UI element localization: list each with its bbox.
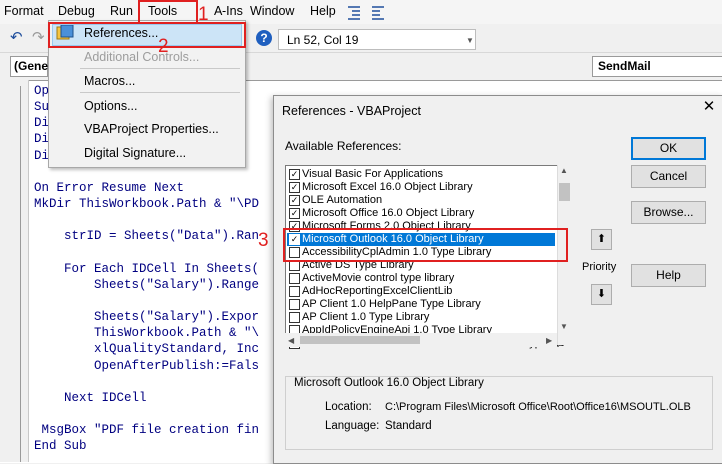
margin-line <box>20 86 21 462</box>
annotation-number-2: 2 <box>158 36 169 57</box>
menu-format[interactable]: Format <box>4 4 44 18</box>
code-line: For Each IDCell In Sheets( <box>34 261 260 276</box>
code-line: Next IDCell <box>34 390 147 405</box>
code-line: MsgBox "PDF file creation fin <box>34 423 260 438</box>
code-line: Sheets("Salary").Expor <box>34 310 260 325</box>
scroll-left-icon[interactable]: ◀ <box>288 336 294 345</box>
browse-button[interactable]: Browse... <box>631 201 706 224</box>
undo-icon[interactable]: ↶ <box>10 28 23 46</box>
scroll-down-icon[interactable]: ▼ <box>560 322 568 331</box>
outdent-icon[interactable] <box>370 4 386 20</box>
code-line: On Error Resume Next <box>34 180 185 195</box>
code-line: strID = Sheets("Data").Ran <box>34 229 260 244</box>
arrow-down-icon: ⬇ <box>596 288 607 300</box>
toolbar-grip-icon[interactable]: ▼ <box>466 36 474 45</box>
menu-divider <box>80 68 240 69</box>
annotation-box-tools <box>138 0 198 24</box>
code-line: OpenAfterPublish:=Fals <box>34 358 260 373</box>
annotation-box-outlook <box>283 228 568 262</box>
code-line: xlQualityStandard, Inc <box>34 342 260 357</box>
code-line: Di <box>34 132 50 147</box>
reference-item-label[interactable]: OLE Automation <box>302 194 382 206</box>
priority-label: Priority <box>582 261 617 273</box>
menu-options[interactable]: Options... <box>84 99 138 113</box>
menu-help[interactable]: Help <box>310 4 336 18</box>
help-icon[interactable]: ? <box>256 30 272 46</box>
reference-checkbox[interactable] <box>289 273 300 284</box>
code-line: ThisWorkbook.Path & "\ <box>34 326 260 341</box>
object-combo-value: (Gene <box>14 59 49 73</box>
reference-checkbox[interactable]: ✓ <box>289 195 300 206</box>
reference-item-label[interactable]: AdHocReportingExcelClientLib <box>302 285 452 297</box>
reference-checkbox[interactable] <box>289 286 300 297</box>
reference-checkbox[interactable]: ✓ <box>289 208 300 219</box>
available-references-label: Available References: <box>285 139 402 153</box>
reference-item-label[interactable]: AP Client 1.0 HelpPane Type Library <box>302 298 481 310</box>
help-button[interactable]: Help <box>631 264 706 287</box>
reference-item-label[interactable]: Microsoft Office 16.0 Object Library <box>302 207 474 219</box>
dialog-title: References - VBAProject <box>282 104 421 118</box>
reference-item-label[interactable]: AP Client 1.0 Type Library <box>302 311 429 323</box>
menu-addins-ins[interactable]: -Ins <box>222 4 243 18</box>
scroll-thumb[interactable] <box>559 183 570 201</box>
arrow-up-icon: ⬆ <box>596 233 607 245</box>
menu-debug[interactable]: Debug <box>58 4 95 18</box>
priority-down-button[interactable]: ⬇ <box>591 284 612 305</box>
annotation-box-references <box>48 22 246 48</box>
code-line: Di <box>34 116 50 131</box>
code-line: Su <box>34 100 50 115</box>
code-line: End Sub <box>34 439 87 454</box>
reference-checkbox[interactable]: ✓ <box>289 182 300 193</box>
code-line: Sheets("Salary").Range <box>34 277 260 292</box>
redo-icon[interactable]: ↷ <box>32 28 45 46</box>
menu-window[interactable]: Window <box>250 4 294 18</box>
ok-button[interactable]: OK <box>631 137 706 160</box>
menu-project-properties[interactable]: VBAProject Properties... <box>84 122 219 136</box>
menu-divider <box>80 92 240 93</box>
cancel-button[interactable]: Cancel <box>631 165 706 188</box>
code-margin <box>0 80 29 462</box>
menu-digital-signature[interactable]: Digital Signature... <box>84 146 186 160</box>
cursor-position: Ln 52, Col 19 <box>287 33 359 47</box>
language-value: Standard <box>385 420 432 432</box>
menu-run[interactable]: Run <box>110 4 133 18</box>
reference-item-label[interactable]: ActiveMovie control type library <box>302 272 454 284</box>
annotation-number-3: 3 <box>258 230 269 251</box>
language-label: Language: <box>325 420 380 432</box>
reference-item-label[interactable]: Visual Basic For Applications <box>302 168 443 180</box>
scroll-right-icon[interactable]: ▶ <box>546 336 552 345</box>
code-line: MkDir ThisWorkbook.Path & "\PD <box>34 197 260 212</box>
close-icon[interactable]: ✕ <box>700 98 718 116</box>
location-value: C:\Program Files\Microsoft Office\Root\O… <box>385 401 691 413</box>
procedure-combo-value: SendMail <box>598 59 651 73</box>
reference-checkbox[interactable] <box>289 299 300 310</box>
indent-icon[interactable] <box>346 4 362 20</box>
priority-up-button[interactable]: ⬆ <box>591 229 612 250</box>
menu-additional-controls[interactable]: Additional Controls... <box>84 50 199 64</box>
scroll-up-icon[interactable]: ▲ <box>560 166 568 175</box>
hscroll-thumb[interactable] <box>300 336 420 344</box>
reference-checkbox[interactable] <box>289 312 300 323</box>
reference-checkbox[interactable]: ✓ <box>289 169 300 180</box>
menu-macros[interactable]: Macros... <box>84 74 135 88</box>
code-line: Op <box>34 84 50 98</box>
selected-reference-name: Microsoft Outlook 16.0 Object Library <box>292 377 486 389</box>
reference-item-label[interactable]: Microsoft Excel 16.0 Object Library <box>302 181 473 193</box>
location-label: Location: <box>325 401 372 413</box>
